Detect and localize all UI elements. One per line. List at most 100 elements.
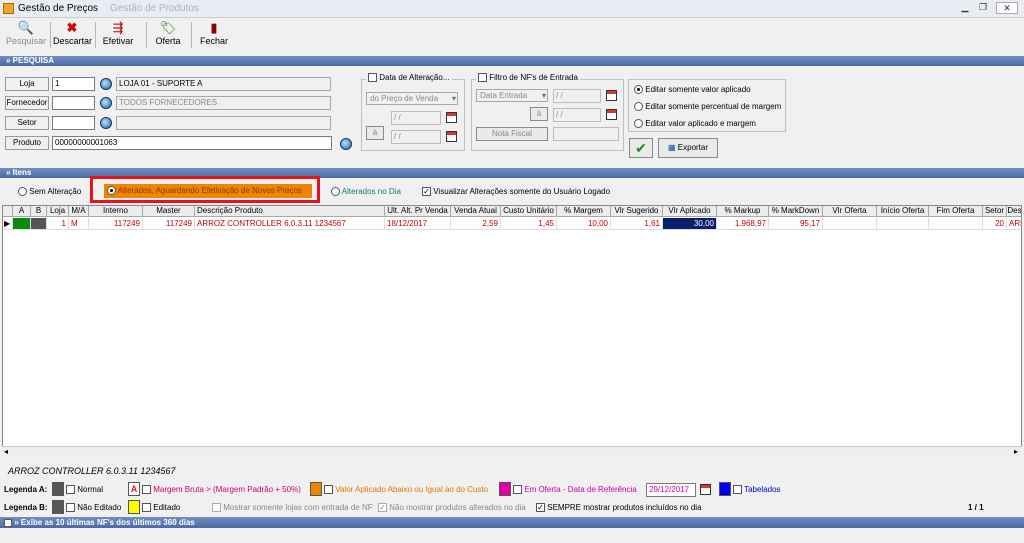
legend-abaixo[interactable]: Valor Aplicado Abaixo ou Igual ao do Cus… <box>324 485 488 495</box>
pesquisar-button[interactable]: 🔍 Pesquisar <box>6 20 46 50</box>
legend-checkbox[interactable] <box>513 485 522 495</box>
fornecedor-input[interactable] <box>52 96 95 110</box>
filtro-nf-dropdown[interactable]: Data Entrada <box>476 89 548 102</box>
option-sempre[interactable]: ✓ SEMPRE mostrar produtos incluídos no d… <box>536 503 702 513</box>
scroll-right-icon[interactable]: ▸ <box>1014 447 1018 456</box>
fechar-button[interactable]: ▮ Fechar <box>198 20 230 50</box>
confirm-button[interactable]: ✔ <box>629 138 653 158</box>
legend-normal[interactable]: Normal <box>66 485 103 495</box>
data-alteracao-dropdown[interactable]: do Preço de Venda <box>366 92 458 105</box>
produto-search-icon[interactable] <box>340 138 352 150</box>
close-window-button[interactable]: ✕ <box>996 2 1018 14</box>
filter-visualizar-usuario[interactable]: ✓ Visualizar Alterações somente do Usuár… <box>422 187 610 197</box>
minimize-button[interactable]: ▁ <box>958 2 972 14</box>
edit-mode-option-3[interactable]: Editar valor aplicado e margem <box>634 119 756 129</box>
loja-input[interactable]: 1 <box>52 77 95 91</box>
filter-alterados-dia[interactable]: Alterados no Dia <box>331 187 401 197</box>
cell-descricao[interactable]: ARROZ CONTROLLER 6.0.3.11 1234567 <box>195 218 385 230</box>
cell-a[interactable] <box>13 218 31 230</box>
legend-nao-editado[interactable]: Não Editado <box>66 503 121 513</box>
filter-radio[interactable] <box>18 187 27 197</box>
exportar-button[interactable]: ▦ Exportar <box>658 138 718 158</box>
option-lojas-nf[interactable]: Mostrar somente lojas com entrada de NF <box>212 503 373 513</box>
legend-margem[interactable]: Margem Bruta > (Margem Padrão + 50%) <box>142 485 301 495</box>
col-header-markdown[interactable]: % MarkDown <box>769 206 823 217</box>
items-grid[interactable]: A B Loja M/A Interno Master Descrição Pr… <box>2 205 1022 457</box>
descartar-button[interactable]: ✖ Descartar <box>53 20 92 50</box>
filter-alterados[interactable]: Alterados, Aguardando Efetivação de Novo… <box>104 184 312 198</box>
edit-mode-radio[interactable] <box>634 85 643 95</box>
col-header-setor[interactable]: Setor <box>983 206 1007 217</box>
filter-radio[interactable] <box>331 187 340 197</box>
col-header-markup[interactable]: % Markup <box>717 206 769 217</box>
calendar-icon[interactable] <box>446 131 457 142</box>
cell-loja[interactable]: 1 <box>47 218 69 230</box>
footer-checkbox[interactable] <box>4 518 12 527</box>
cell-markup[interactable]: 1.968,97 <box>717 218 769 230</box>
filtro-nf-from[interactable]: / / <box>553 89 601 103</box>
col-header-vlr-aplicado[interactable]: Vlr Aplicado <box>663 206 717 217</box>
nota-fiscal-input[interactable] <box>553 127 619 141</box>
legend-checkbox[interactable] <box>66 485 75 495</box>
option-checkbox[interactable]: ✓ <box>536 503 545 513</box>
scroll-left-icon[interactable]: ◂ <box>4 447 8 456</box>
edit-mode-option-2[interactable]: Editar somente percentual de margem <box>634 102 781 112</box>
calendar-icon[interactable] <box>606 90 617 101</box>
produto-input[interactable]: 00000000001063 <box>52 136 332 150</box>
cell-inicio-oferta[interactable] <box>877 218 929 230</box>
filtro-nf-checkbox[interactable] <box>478 73 487 83</box>
option-checkbox[interactable]: ✓ <box>378 503 387 513</box>
efetivar-button[interactable]: ⇶ Efetivar <box>100 20 136 50</box>
col-header-des[interactable]: Des <box>1007 206 1021 217</box>
data-alteracao-toggle[interactable]: Data de Alteração... <box>366 73 452 83</box>
edit-mode-option-1[interactable]: Editar somente valor aplicado <box>634 85 751 95</box>
edit-mode-radio[interactable] <box>634 119 643 129</box>
calendar-icon[interactable] <box>700 484 711 495</box>
oferta-button[interactable]: 🏷 Oferta <box>151 20 185 50</box>
col-header-venda-atual[interactable]: Venda Atual <box>451 206 501 217</box>
col-header-vlr-sugerido[interactable]: Vlr Sugerido <box>611 206 663 217</box>
cell-des[interactable]: ARR <box>1007 218 1021 230</box>
option-checkbox[interactable] <box>212 503 221 513</box>
filter-radio[interactable] <box>107 186 116 196</box>
filtro-nf-to[interactable]: / / <box>553 108 601 122</box>
cell-venda-atual[interactable]: 2,59 <box>451 218 501 230</box>
legend-checkbox[interactable] <box>142 485 151 495</box>
col-header-fim-oferta[interactable]: Fim Oferta <box>929 206 983 217</box>
legend-checkbox[interactable] <box>324 485 333 495</box>
calendar-icon[interactable] <box>446 112 457 123</box>
col-header-a[interactable]: A <box>13 206 31 217</box>
col-header-master[interactable]: Master <box>143 206 195 217</box>
col-header-vlr-oferta[interactable]: Vlr Oferta <box>823 206 877 217</box>
cell-master[interactable]: 117249 <box>143 218 195 230</box>
col-header-loja[interactable]: Loja <box>47 206 69 217</box>
data-alteracao-from[interactable]: / / <box>391 111 441 125</box>
filtro-nf-toggle[interactable]: Filtro de NF's de Entrada <box>476 73 580 83</box>
cell-fim-oferta[interactable] <box>929 218 983 230</box>
calendar-icon[interactable] <box>606 109 617 120</box>
cell-interno[interactable]: 117249 <box>89 218 143 230</box>
cell-setor[interactable]: 20 <box>983 218 1007 230</box>
option-nao-mostrar[interactable]: ✓ Não mostrar produtos alterados no dia <box>378 503 526 513</box>
restore-button[interactable]: ❐ <box>976 2 990 14</box>
col-header-inicio-oferta[interactable]: Início Oferta <box>877 206 929 217</box>
cell-b[interactable] <box>31 218 47 230</box>
horizontal-scrollbar[interactable]: ◂ ▸ <box>2 446 1022 457</box>
fornecedor-search-icon[interactable] <box>100 97 112 109</box>
legend-checkbox[interactable] <box>142 503 151 513</box>
loja-search-icon[interactable] <box>100 78 112 90</box>
legend-checkbox[interactable] <box>66 503 75 513</box>
cell-markdown[interactable]: 95,17 <box>769 218 823 230</box>
filter-sem-alteracao[interactable]: Sem Alteração <box>18 187 81 197</box>
legend-oferta[interactable]: Em Oferta - Data de Referência <box>513 485 637 495</box>
data-alteracao-checkbox[interactable] <box>368 73 377 83</box>
filter-checkbox[interactable]: ✓ <box>422 187 431 197</box>
cell-vlr-sugerido[interactable]: 1,61 <box>611 218 663 230</box>
cell-vlr-oferta[interactable] <box>823 218 877 230</box>
legend-tabelados[interactable]: Tabelados <box>733 485 781 495</box>
setor-search-icon[interactable] <box>100 117 112 129</box>
cell-margem[interactable]: 10,00 <box>557 218 611 230</box>
legend-checkbox[interactable] <box>733 485 742 495</box>
cell-vlr-aplicado[interactable]: 30,00 <box>663 218 717 230</box>
oferta-reference-date[interactable]: 29/12/2017 <box>646 483 696 497</box>
